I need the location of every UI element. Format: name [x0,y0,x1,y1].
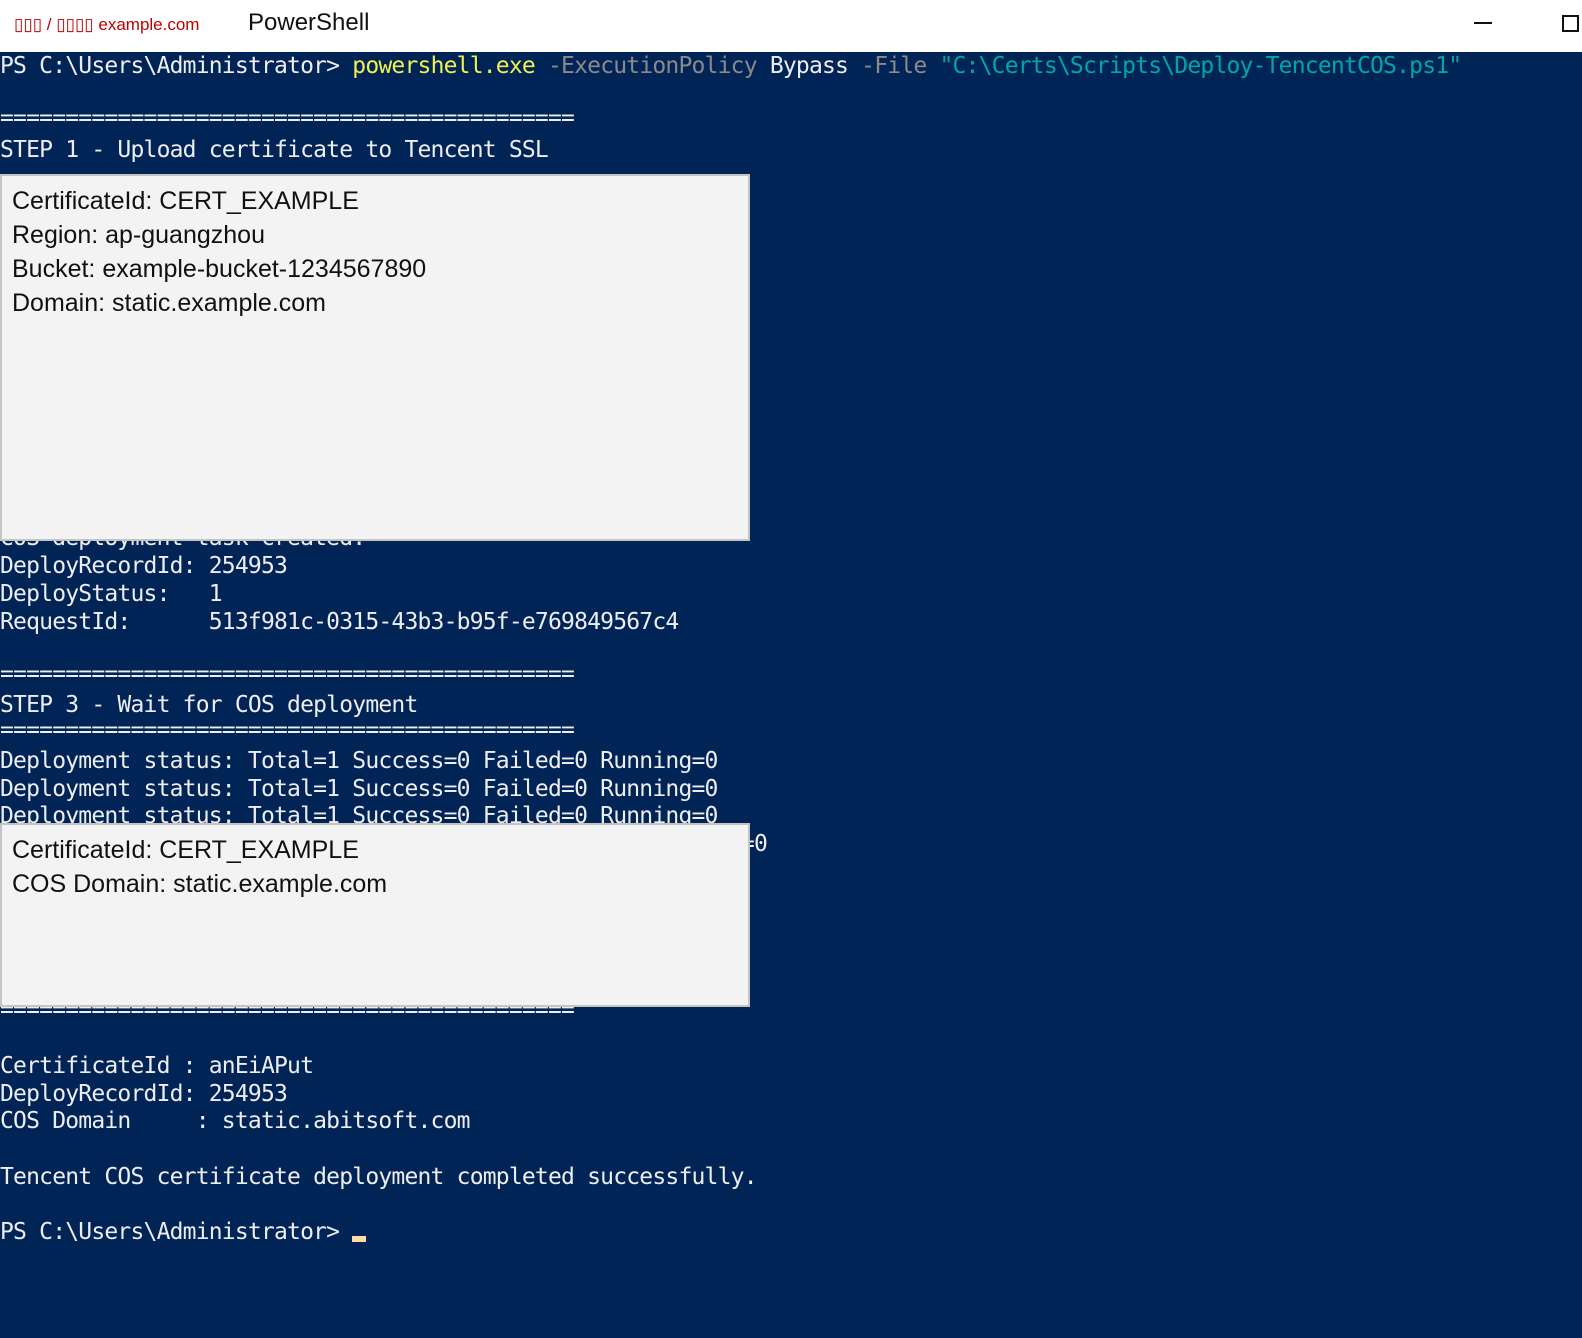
deployment-status-line: Deployment status: Total=1 Success=0 Fai… [0,776,718,802]
overlay-certificate-id: CertificateId: CERT_EXAMPLE [12,836,359,864]
title-brand: ▯▯▯ / ▯▯▯▯ example.com [14,15,200,34]
command-arg: Bypass [756,53,849,79]
command-exe: powershell.exe [352,53,535,79]
command-line: PS C:\Users\Administrator> powershell.ex… [0,52,1462,80]
success-message: Tencent COS certificate deployment compl… [0,1164,758,1190]
separator-line: ========================================… [0,717,575,743]
minimize-icon[interactable] [1460,0,1506,46]
deployment-status-line: Deployment status: Total=1 Success=0 Fai… [0,748,718,774]
cursor-icon [352,1236,367,1242]
command-path: "C:\Certs\Scripts\Deploy-TencentCOS.ps1" [926,53,1462,79]
command-param: -ExecutionPolicy [534,53,758,79]
maximize-icon[interactable] [1548,0,1582,46]
info-overlay-panel: CertificateId: CERT_EXAMPLE Region: ap-g… [0,174,750,541]
title-bar: ▯▯▯ / ▯▯▯▯ example.com PowerShell [0,0,1582,52]
overlay-bucket: Bucket: example-bucket-1234567890 [12,255,427,283]
step3-heading: STEP 3 - Wait for COS deployment [0,692,418,718]
request-id-line: RequestId: 513f981c-0315-43b3-b95f-e7698… [0,609,679,635]
info-overlay-panel: CertificateId: CERT_EXAMPLE COS Domain: … [0,823,750,1007]
deploy-status-line: DeployStatus: 1 [0,581,223,607]
summary-certificate-id: CertificateId : anEiAPut [0,1053,314,1079]
overlay-domain: Domain: static.example.com [12,289,327,317]
deploy-record-id-line: DeployRecordId: 254953 [0,553,288,579]
overlay-certificate-id: CertificateId: CERT_EXAMPLE [12,187,359,215]
final-prompt-line[interactable]: PS C:\Users\Administrator> [0,1218,367,1246]
command-param: -File [848,53,927,79]
separator-line: ========================================… [0,661,575,687]
overlay-region: Region: ap-guangzhou [12,221,265,249]
separator-line: ========================================… [0,105,575,131]
summary-deploy-record-id: DeployRecordId: 254953 [0,1081,288,1107]
window-title: PowerShell [248,9,370,36]
prompt: PS C:\Users\Administrator> [0,53,353,79]
overlay-cos-domain: COS Domain: static.example.com [12,870,388,898]
summary-cos-domain: COS Domain : static.abitsoft.com [0,1108,471,1134]
prompt: PS C:\Users\Administrator> [0,1219,353,1245]
step1-heading: STEP 1 - Upload certificate to Tencent S… [0,137,549,163]
